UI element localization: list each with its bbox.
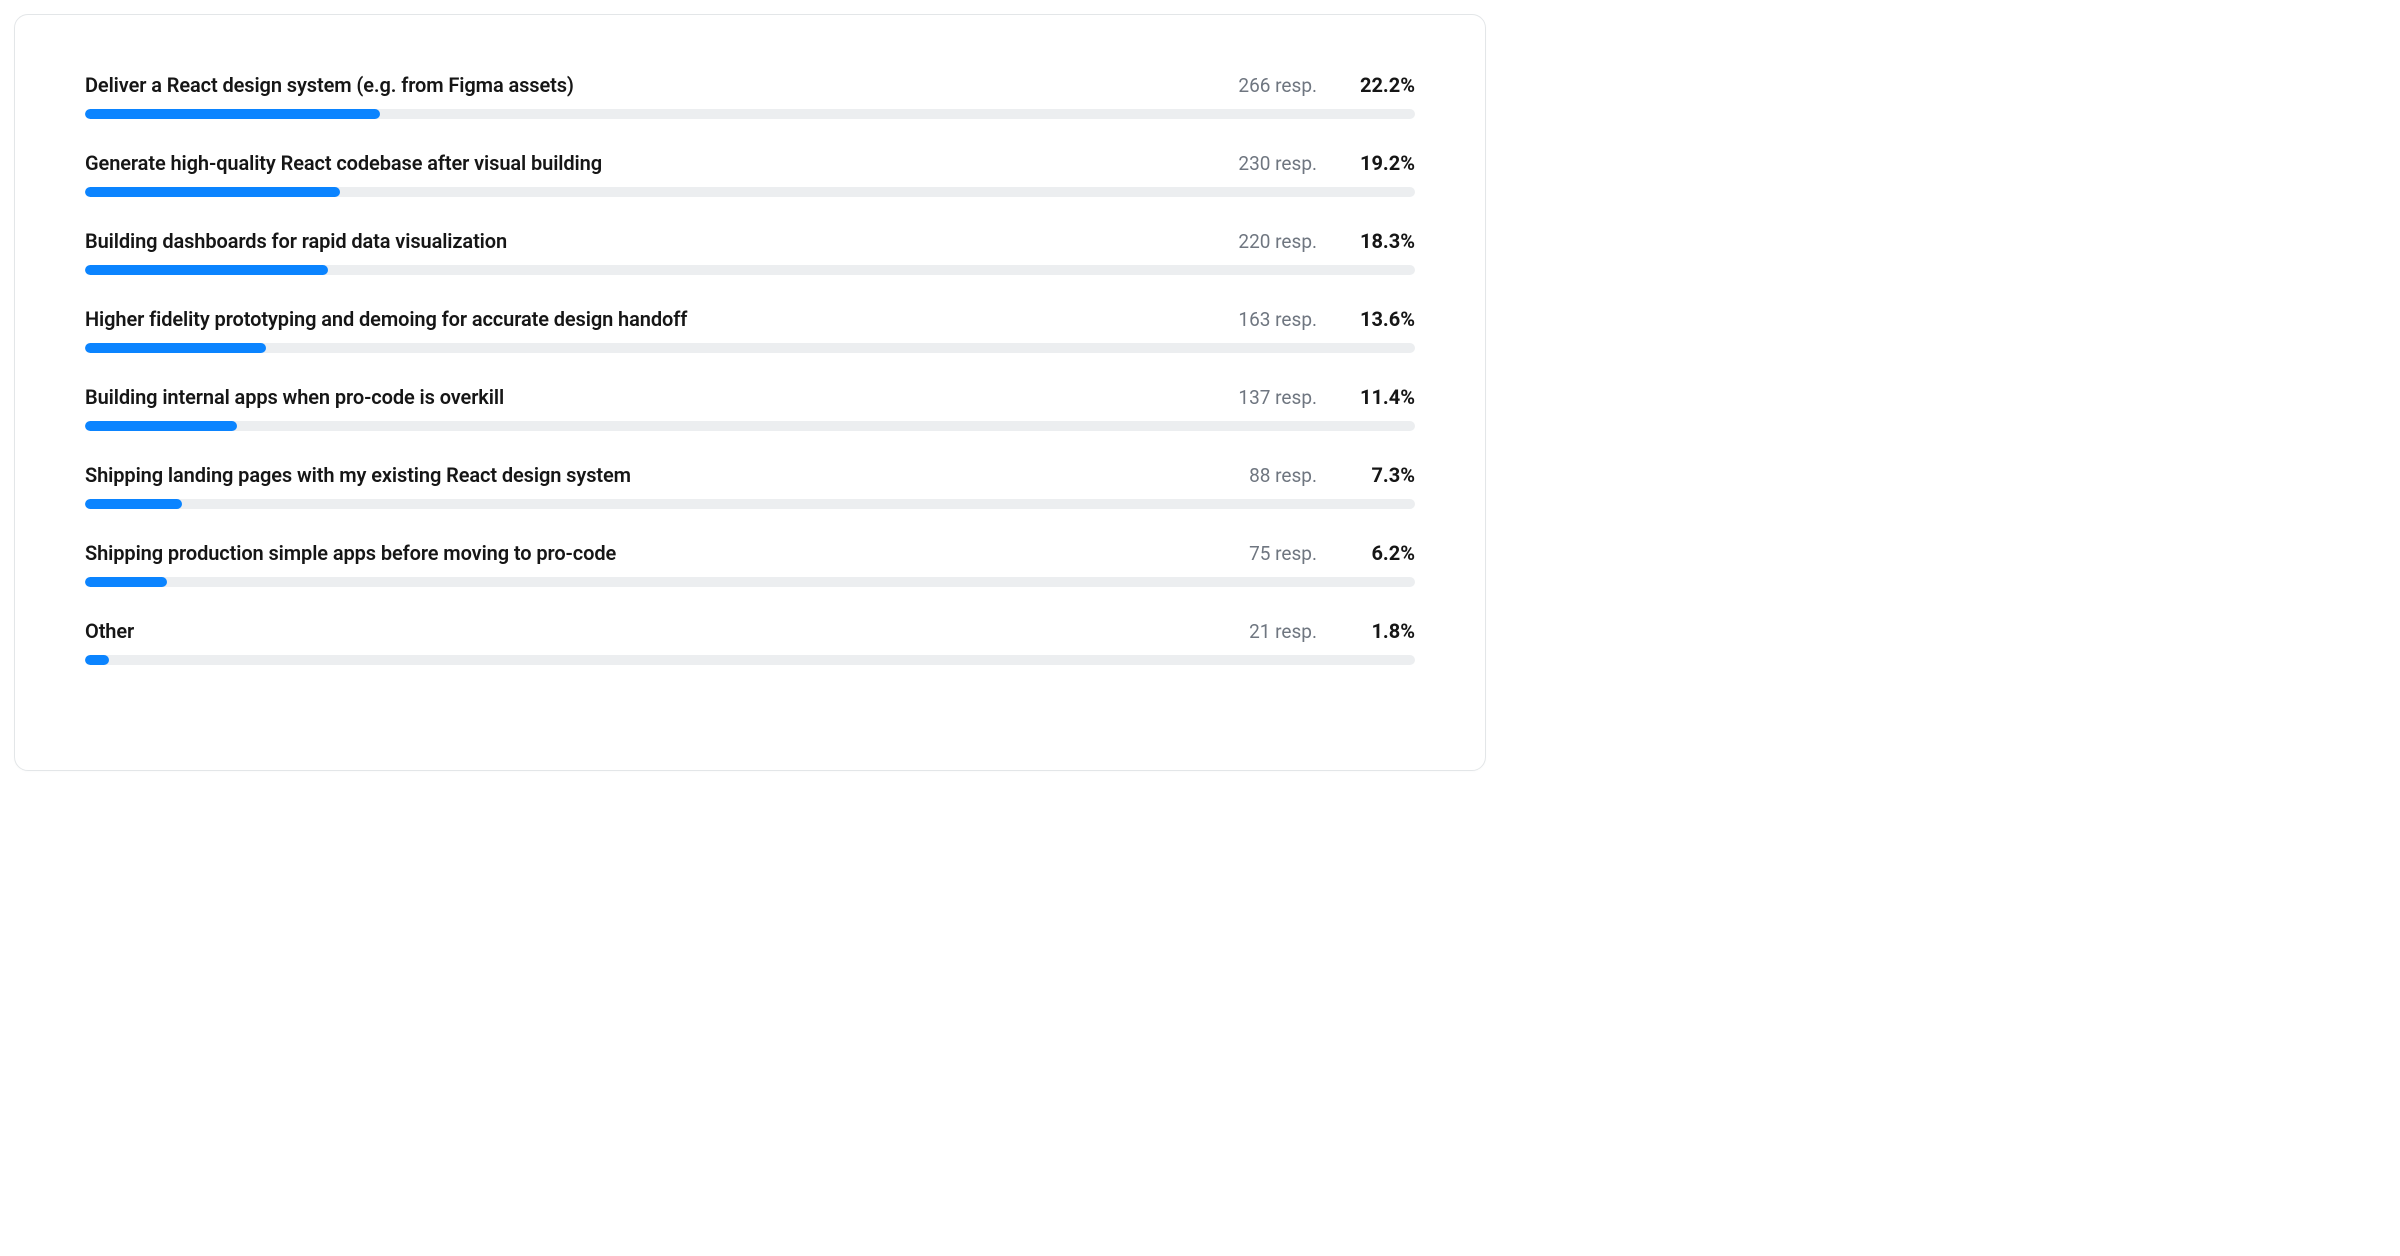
survey-bar-chart: Deliver a React design system (e.g. from… [14, 14, 1486, 771]
row-percent: 7.3% [1341, 463, 1415, 487]
row-label: Building dashboards for rapid data visua… [85, 229, 1203, 253]
row-label: Shipping landing pages with my existing … [85, 463, 1203, 487]
row-respondents: 75 resp. [1227, 542, 1317, 565]
bar-fill [85, 187, 340, 197]
row-percent: 18.3% [1341, 229, 1415, 253]
row-respondents: 163 resp. [1227, 308, 1317, 331]
row-respondents: 220 resp. [1227, 230, 1317, 253]
row-percent: 6.2% [1341, 541, 1415, 565]
bar-track [85, 655, 1415, 665]
row-percent: 19.2% [1341, 151, 1415, 175]
bar-track [85, 577, 1415, 587]
chart-row: Shipping landing pages with my existing … [85, 463, 1415, 509]
bar-track [85, 187, 1415, 197]
bar-fill [85, 265, 328, 275]
bar-track [85, 499, 1415, 509]
row-respondents: 137 resp. [1227, 386, 1317, 409]
row-label: Higher fidelity prototyping and demoing … [85, 307, 1203, 331]
chart-row: Other 21 resp. 1.8% [85, 619, 1415, 665]
chart-row: Building dashboards for rapid data visua… [85, 229, 1415, 275]
chart-row: Deliver a React design system (e.g. from… [85, 73, 1415, 119]
row-percent: 22.2% [1341, 73, 1415, 97]
row-label: Building internal apps when pro-code is … [85, 385, 1203, 409]
chart-row: Generate high-quality React codebase aft… [85, 151, 1415, 197]
bar-track [85, 109, 1415, 119]
bar-fill [85, 655, 109, 665]
row-label: Other [85, 619, 1203, 643]
bar-track [85, 421, 1415, 431]
bar-fill [85, 343, 266, 353]
row-respondents: 266 resp. [1227, 74, 1317, 97]
bar-fill [85, 421, 237, 431]
bar-fill [85, 577, 167, 587]
bar-track [85, 265, 1415, 275]
row-respondents: 21 resp. [1227, 620, 1317, 643]
chart-row: Building internal apps when pro-code is … [85, 385, 1415, 431]
row-respondents: 230 resp. [1227, 152, 1317, 175]
row-respondents: 88 resp. [1227, 464, 1317, 487]
row-percent: 11.4% [1341, 385, 1415, 409]
row-label: Deliver a React design system (e.g. from… [85, 73, 1203, 97]
bar-track [85, 343, 1415, 353]
row-percent: 13.6% [1341, 307, 1415, 331]
row-label: Generate high-quality React codebase aft… [85, 151, 1203, 175]
row-percent: 1.8% [1341, 619, 1415, 643]
chart-row: Higher fidelity prototyping and demoing … [85, 307, 1415, 353]
chart-row: Shipping production simple apps before m… [85, 541, 1415, 587]
row-label: Shipping production simple apps before m… [85, 541, 1203, 565]
bar-fill [85, 499, 182, 509]
bar-fill [85, 109, 380, 119]
